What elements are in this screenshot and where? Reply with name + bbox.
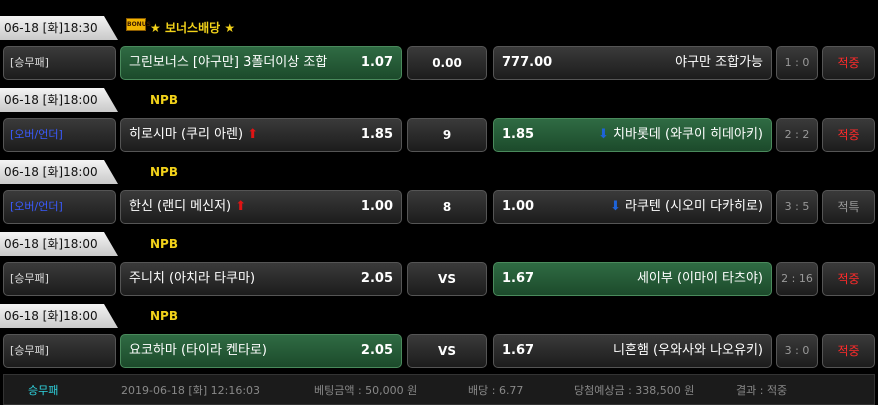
bet-section: 06-18 [화]18:30 BONUS ★ 보너스배당 ★ [승무패] 그린보… [0, 16, 878, 88]
away-selection[interactable]: 1.67 세이부 (이마이 타츠야) [493, 262, 772, 296]
bet-type: [오버/언더] [3, 190, 116, 224]
home-odds: 1.00 [360, 199, 393, 214]
summary-bet-amount: 베팅금액 : 50,000 원 [314, 384, 418, 397]
league-name: NPB [150, 237, 178, 251]
home-team-name: 주니치 (아치라 타쿠마) [129, 271, 256, 286]
bet-type: [승무패] [3, 46, 116, 80]
away-team: ⬇ 라쿠텐 (시오미 다카히로) [610, 191, 763, 223]
result-badge: 적중 [822, 262, 875, 296]
summary-bet-type: 승무패 [28, 384, 59, 397]
away-team-name: 라쿠텐 (시오미 다카히로) [624, 199, 763, 214]
home-team: 히로시마 (쿠리 아렌) ⬆ [129, 119, 258, 151]
draw-handicap-value[interactable]: 8 [407, 190, 487, 224]
final-score: 2 : 2 [776, 118, 818, 152]
away-odds: 1.67 [502, 271, 535, 286]
away-odds: 1.85 [502, 127, 535, 142]
home-selection[interactable]: 요코하마 (타이라 켄타로) 2.05 [120, 334, 402, 368]
league-name: NPB [150, 93, 178, 107]
away-team-name: 치바롯데 (와쿠이 히데아키) [613, 127, 763, 142]
league-name: 보너스배당 [164, 21, 221, 35]
under-arrow-down-icon: ⬇ [597, 127, 609, 142]
home-odds: 2.05 [360, 271, 393, 286]
away-selection[interactable]: 1.00 ⬇ 라쿠텐 (시오미 다카히로) [493, 190, 772, 224]
result-badge: 적중 [822, 334, 875, 368]
match-datetime: 06-18 [화]18:30 [0, 16, 118, 40]
bet-section: 06-18 [화]18:00 NPB [승무패] 주니치 (아치라 타쿠마) 2… [0, 232, 878, 304]
summary-odds: 배당 : 6.77 [468, 384, 524, 397]
bet-section: 06-18 [화]18:00 NPB [오버/언더] 한신 (랜디 메신저) ⬆… [0, 160, 878, 232]
bet-section: 06-18 [화]18:00 NPB [승무패] 요코하마 (타이라 켄타로) … [0, 304, 878, 376]
bet-row: [승무패] 요코하마 (타이라 켄타로) 2.05 VS 1.67 니혼햄 (우… [0, 334, 878, 368]
summary-result: 결과 : 적중 [736, 384, 788, 397]
home-odds: 2.05 [360, 343, 393, 358]
match-datetime: 06-18 [화]18:00 [0, 160, 118, 184]
bet-type: [오버/언더] [3, 118, 116, 152]
away-odds: 777.00 [502, 55, 553, 70]
home-selection[interactable]: 한신 (랜디 메신저) ⬆ 1.00 [120, 190, 402, 224]
league-name: NPB [150, 309, 178, 323]
bonus-badge-icon: BONUS [126, 18, 151, 31]
league-title: ★ 보너스배당 ★ [150, 16, 235, 40]
away-selection[interactable]: 1.67 니혼햄 (우와사와 나오유키) [493, 334, 772, 368]
star-icon: ★ [150, 21, 161, 35]
match-datetime: 06-18 [화]18:00 [0, 232, 118, 256]
away-selection[interactable]: 1.85 ⬇ 치바롯데 (와쿠이 히데아키) [493, 118, 772, 152]
bet-section: 06-18 [화]18:00 NPB [오버/언더] 히로시마 (쿠리 아렌) … [0, 88, 878, 160]
section-header: 06-18 [화]18:00 NPB [0, 232, 878, 256]
draw-handicap-value[interactable]: VS [407, 262, 487, 296]
over-arrow-up-icon: ⬆ [247, 127, 259, 142]
final-score: 1 : 0 [776, 46, 818, 80]
result-badge: 적중 [822, 46, 875, 80]
away-team-name: 니혼햄 (우와사와 나오유키) [613, 343, 763, 358]
final-score: 3 : 0 [776, 334, 818, 368]
home-selection[interactable]: 주니치 (아치라 타쿠마) 2.05 [120, 262, 402, 296]
final-score: 2 : 16 [776, 262, 818, 296]
home-team-name: 그린보너스 [야구만] 3폴더이상 조합 [129, 55, 328, 70]
summary-expected-payout: 당첨예상금 : 338,500 원 [574, 384, 695, 397]
over-arrow-up-icon: ⬆ [235, 199, 247, 214]
home-selection[interactable]: 그린보너스 [야구만] 3폴더이상 조합 1.07 [120, 46, 402, 80]
final-score: 3 : 5 [776, 190, 818, 224]
section-header: 06-18 [화]18:30 BONUS ★ 보너스배당 ★ [0, 16, 878, 40]
match-datetime: 06-18 [화]18:00 [0, 304, 118, 328]
bet-type: [승무패] [3, 262, 116, 296]
bet-type: [승무패] [3, 334, 116, 368]
result-badge: 적특 [822, 190, 875, 224]
away-odds: 1.00 [502, 199, 535, 214]
home-team: 한신 (랜디 메신저) ⬆ [129, 191, 246, 223]
home-odds: 1.85 [360, 127, 393, 142]
draw-handicap-value[interactable]: 9 [407, 118, 487, 152]
bet-row: [오버/언더] 히로시마 (쿠리 아렌) ⬆ 1.85 9 1.85 ⬇ 치바롯… [0, 118, 878, 152]
draw-handicap-value[interactable]: 0.00 [407, 46, 487, 80]
home-odds: 1.07 [360, 55, 393, 70]
result-badge: 적중 [822, 118, 875, 152]
section-header: 06-18 [화]18:00 NPB [0, 304, 878, 328]
away-team: ⬇ 치바롯데 (와쿠이 히데아키) [598, 119, 763, 151]
section-header: 06-18 [화]18:00 NPB [0, 88, 878, 112]
away-selection[interactable]: 777.00 야구만 조합가능 [493, 46, 772, 80]
home-team-name: 요코하마 (타이라 켄타로) [129, 343, 268, 358]
draw-handicap-value[interactable]: VS [407, 334, 487, 368]
home-team-name: 히로시마 (쿠리 아렌) [129, 127, 244, 142]
away-team-name: 세이부 (이마이 타츠야) [636, 271, 763, 286]
summary-datetime: 2019-06-18 [화] 12:16:03 [121, 384, 261, 397]
away-team-name: 야구만 조합가능 [675, 55, 763, 70]
away-odds: 1.67 [502, 343, 535, 358]
home-selection[interactable]: 히로시마 (쿠리 아렌) ⬆ 1.85 [120, 118, 402, 152]
section-header: 06-18 [화]18:00 NPB [0, 160, 878, 184]
star-icon: ★ [224, 21, 236, 35]
home-team-name: 한신 (랜디 메신저) [129, 199, 232, 214]
bet-summary-bar: 승무패 2019-06-18 [화] 12:16:03 베팅금액 : 50,00… [3, 374, 875, 405]
bet-row: [오버/언더] 한신 (랜디 메신저) ⬆ 1.00 8 1.00 ⬇ 라쿠텐 … [0, 190, 878, 224]
match-datetime: 06-18 [화]18:00 [0, 88, 118, 112]
bet-row: [승무패] 그린보너스 [야구만] 3폴더이상 조합 1.07 0.00 777… [0, 46, 878, 80]
bet-row: [승무패] 주니치 (아치라 타쿠마) 2.05 VS 1.67 세이부 (이마… [0, 262, 878, 296]
under-arrow-down-icon: ⬇ [609, 199, 621, 214]
league-name: NPB [150, 165, 178, 179]
